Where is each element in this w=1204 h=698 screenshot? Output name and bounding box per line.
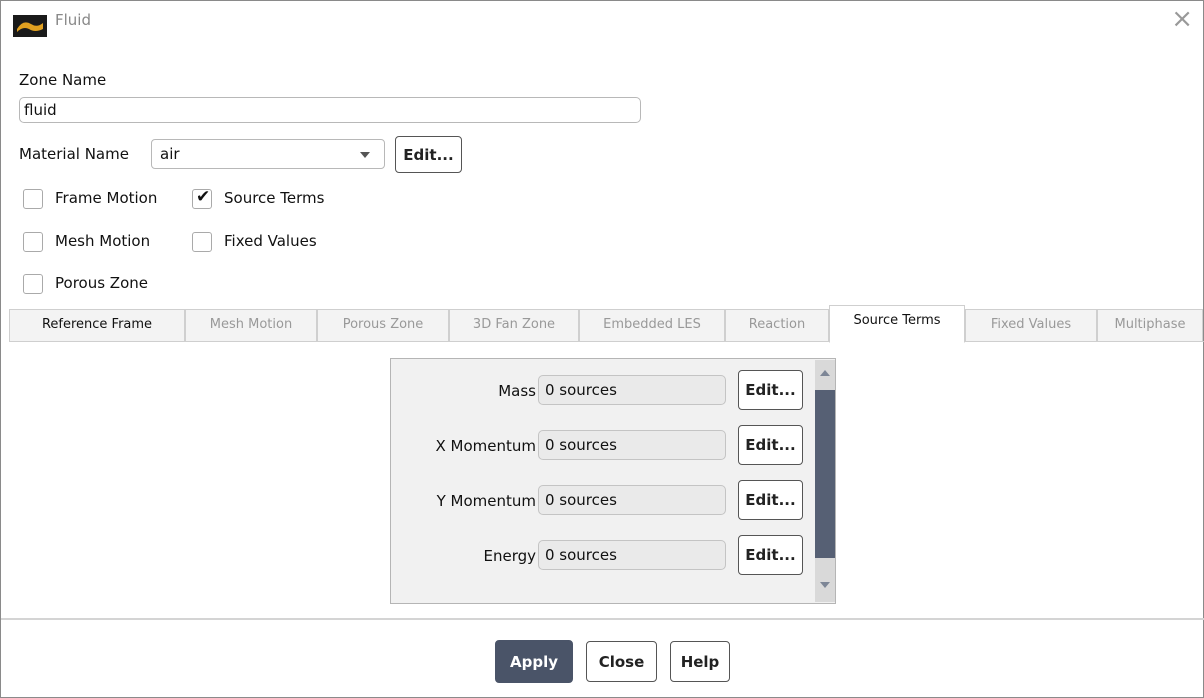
fixed-values-label: Fixed Values (224, 232, 317, 250)
tab-reaction[interactable]: Reaction (725, 309, 829, 342)
scroll-up-arrow-icon[interactable] (820, 370, 830, 376)
fluent-app-icon (13, 15, 47, 37)
apply-button[interactable]: Apply (495, 640, 573, 683)
mass-sources-field: 0 sources (538, 375, 726, 405)
tab-multiphase[interactable]: Multiphase (1097, 309, 1203, 342)
zone-tab-bar: Reference Frame Mesh Motion Porous Zone … (9, 305, 1204, 343)
y-momentum-sources-field: 0 sources (538, 485, 726, 515)
porous-zone-label: Porous Zone (55, 274, 148, 292)
fixed-values-checkbox[interactable] (192, 232, 212, 252)
x-momentum-label: X Momentum (435, 437, 536, 455)
tab-porous-zone[interactable]: Porous Zone (317, 309, 449, 342)
tab-fixed-values[interactable]: Fixed Values (965, 309, 1097, 342)
frame-motion-checkbox[interactable] (23, 189, 43, 209)
tab-embedded-les[interactable]: Embedded LES (579, 309, 725, 342)
tab-source-terms[interactable]: Source Terms (829, 305, 965, 343)
source-terms-checkbox[interactable]: ✔ (192, 187, 212, 209)
close-icon[interactable]: × (1171, 6, 1193, 32)
fluid-dialog: Fluid × Zone Name fluid Material Name ai… (0, 0, 1204, 698)
material-name-label: Material Name (19, 145, 129, 163)
mass-label: Mass (498, 382, 536, 400)
footer-divider (1, 618, 1204, 620)
zone-name-label: Zone Name (19, 71, 107, 89)
mesh-motion-checkbox[interactable] (23, 232, 43, 252)
close-button[interactable]: Close (586, 641, 657, 682)
tab-reference-frame[interactable]: Reference Frame (9, 309, 185, 342)
material-name-select[interactable]: air (151, 139, 385, 169)
material-edit-button[interactable]: Edit... (395, 136, 462, 173)
scrollbar-thumb[interactable] (815, 390, 835, 558)
source-terms-panel: Mass 0 sources Edit... X Momentum 0 sour… (390, 358, 836, 604)
scroll-down-arrow-icon[interactable] (820, 582, 830, 588)
x-momentum-edit-button[interactable]: Edit... (738, 425, 803, 465)
energy-sources-field: 0 sources (538, 540, 726, 570)
vertical-scrollbar[interactable] (815, 360, 835, 602)
porous-zone-checkbox[interactable] (23, 274, 43, 294)
y-momentum-label: Y Momentum (436, 492, 536, 510)
title-bar: Fluid × (1, 1, 1203, 41)
zone-name-input[interactable]: fluid (19, 97, 641, 123)
tab-3d-fan-zone[interactable]: 3D Fan Zone (449, 309, 579, 342)
mesh-motion-label: Mesh Motion (55, 232, 151, 250)
help-button[interactable]: Help (670, 641, 730, 682)
window-title: Fluid (55, 11, 91, 29)
tab-mesh-motion[interactable]: Mesh Motion (185, 309, 317, 342)
mass-edit-button[interactable]: Edit... (738, 370, 803, 410)
source-terms-label: Source Terms (224, 189, 325, 207)
energy-label: Energy (483, 547, 536, 565)
y-momentum-edit-button[interactable]: Edit... (738, 480, 803, 520)
x-momentum-sources-field: 0 sources (538, 430, 726, 460)
chevron-down-icon (360, 152, 370, 158)
checkmark-icon: ✔ (196, 187, 211, 207)
energy-edit-button[interactable]: Edit... (738, 535, 803, 575)
material-name-value: air (160, 145, 180, 163)
frame-motion-label: Frame Motion (55, 189, 158, 207)
